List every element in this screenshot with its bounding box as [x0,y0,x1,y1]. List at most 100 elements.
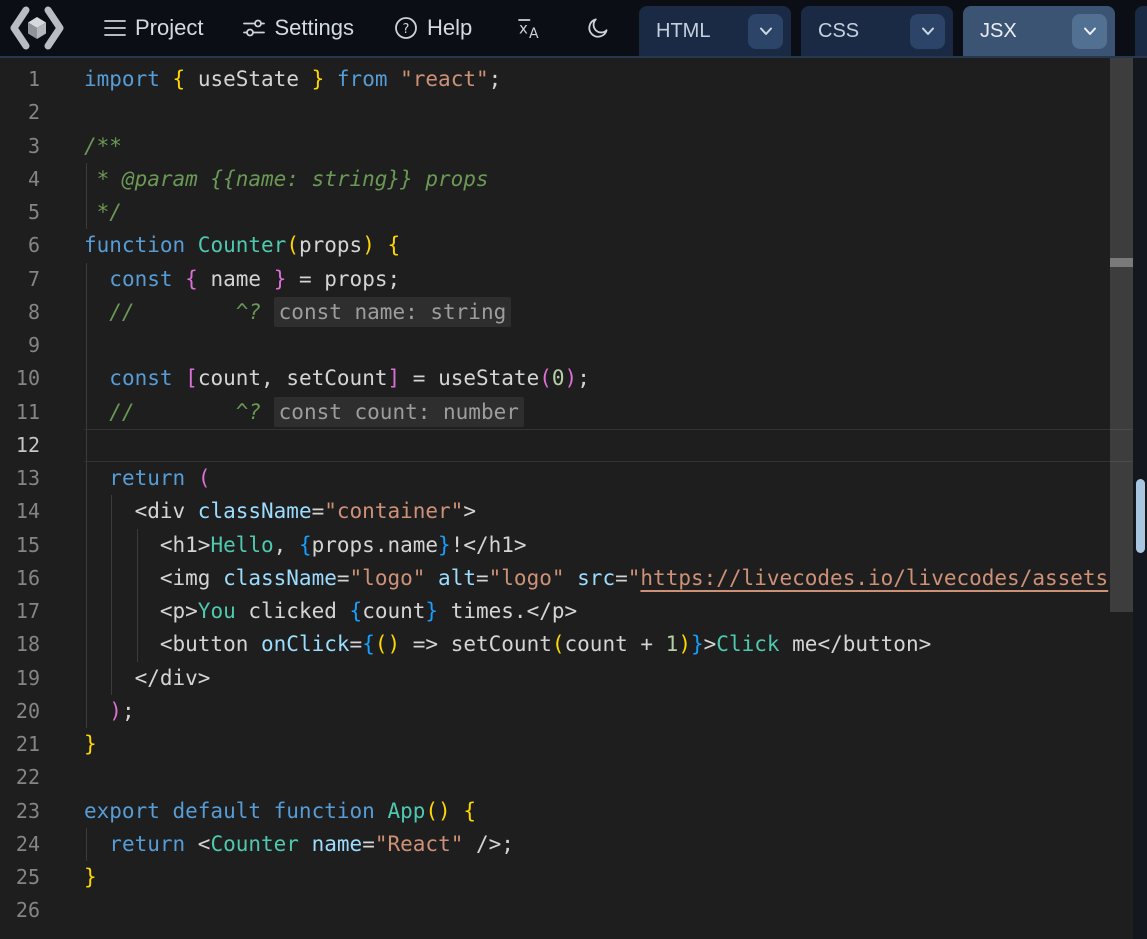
line-content: <h1>Hello, {props.name}!</h1> [84,529,1133,562]
indent-guide [86,495,87,528]
app-logo[interactable] [8,5,66,51]
token-type: Counter [210,832,299,856]
line-number: 16 [0,562,40,595]
token-cmt: /** [84,134,122,158]
code-editor[interactable]: 1import { useState } from "react";23/**4… [0,58,1133,939]
line-number: 14 [0,495,40,528]
line-number: 13 [0,462,40,495]
tab-partial[interactable] [1135,6,1147,56]
sliders-icon [243,17,265,39]
pane-gutter [1133,58,1147,939]
indent-guide [86,163,87,196]
token-str: "logo" [489,566,565,590]
line-number: 21 [0,728,40,761]
menu-help[interactable]: ? Help [394,15,472,41]
line-content: return ( [84,462,1133,495]
tab-jsx-menu-button[interactable] [1072,14,1107,49]
token-ghost: const count: number [274,397,524,427]
vertical-scrollbar[interactable] [1110,58,1133,612]
line-number: 25 [0,861,40,894]
line-number: 11 [0,396,40,429]
line-content: * @param {{name: string}} props [84,163,1133,196]
chevron-down-icon [920,23,936,39]
token-def: props [299,233,362,257]
token-attr: alt [438,566,476,590]
line-content: } [84,728,1133,761]
menu-settings[interactable]: Settings [243,15,354,41]
svg-text:x: x [519,20,528,38]
code-line: 22 [0,761,1133,794]
code-line: 6function Counter(props) { [0,229,1133,262]
tab-html[interactable]: HTML [639,6,791,56]
token-b1: () [425,799,450,823]
token-kw: export default function [84,799,387,823]
token-b1: { [388,233,401,257]
token-kw: const [109,267,172,291]
token-attr: name [312,832,363,856]
token-def: = [615,566,628,590]
token-str: "React" [375,832,464,856]
token-link: https://livecodes.io/livecodes/assets [640,566,1108,590]
tab-css-menu-button[interactable] [910,14,945,49]
menu-project[interactable]: Project [104,15,203,41]
token-def [84,466,109,490]
code-line: 9 [0,329,1133,362]
line-content [84,329,1133,362]
translate-button[interactable]: x A [516,15,542,41]
token-def [84,267,109,291]
token-str: " [628,566,641,590]
token-def: ; [489,67,502,91]
token-def [425,566,438,590]
line-content: const [count, setCount] = useState(0); [84,362,1133,395]
token-type: Hello [210,533,273,557]
token-cmt: // ^? [84,300,274,324]
code-line: 3/** [0,130,1133,163]
token-b3: { [362,632,375,656]
token-kw: from [324,67,400,91]
token-b3: { [350,599,363,623]
token-def: count [362,599,425,623]
tab-html-menu-button[interactable] [748,14,783,49]
code-line: 19 </div> [0,662,1133,695]
token-def: = [350,632,363,656]
line-content: return <Counter name="React" />; [84,828,1133,861]
code-line: 14 <div className="container"> [0,495,1133,528]
token-ghost: const name: string [274,297,512,327]
token-attr: src [577,566,615,590]
indent-guide [111,562,112,595]
line-number: 15 [0,529,40,562]
dark-mode-button[interactable] [586,16,610,40]
token-type: You [198,599,236,623]
code-line: 12 [0,429,1133,462]
line-number: 6 [0,229,40,262]
editor-tabs: HTML CSS JSX [639,6,1115,56]
line-number: 10 [0,362,40,395]
tab-css-label: CSS [818,20,859,43]
code-line: 18 <button onClick={() => setCount(count… [0,628,1133,661]
token-b3: } [438,533,451,557]
token-def [173,267,186,291]
line-number: 24 [0,828,40,861]
token-b2: ( [539,366,552,390]
line-number: 9 [0,329,40,362]
token-b2: ) [109,699,122,723]
token-def [173,366,186,390]
indent-guide [86,296,87,329]
token-b1: ( [552,632,565,656]
indent-guide [137,529,138,562]
pane-resize-handle[interactable] [1136,479,1145,553]
toolbar: Project Settings ? Help x A [0,0,1147,58]
token-def: count + [565,632,666,656]
token-def: <div [84,499,198,523]
indent-guide [86,329,87,362]
tab-css[interactable]: CSS [801,6,953,56]
token-str: "react" [400,67,489,91]
indent-guide [86,430,87,461]
main-menu: Project Settings ? Help [104,15,472,41]
token-def: <img [84,566,223,590]
code-line: 25} [0,861,1133,894]
tab-jsx[interactable]: JSX [963,6,1115,56]
indent-guide [86,695,87,728]
line-content: import { useState } from "react"; [84,63,1133,96]
line-number: 12 [0,429,40,462]
